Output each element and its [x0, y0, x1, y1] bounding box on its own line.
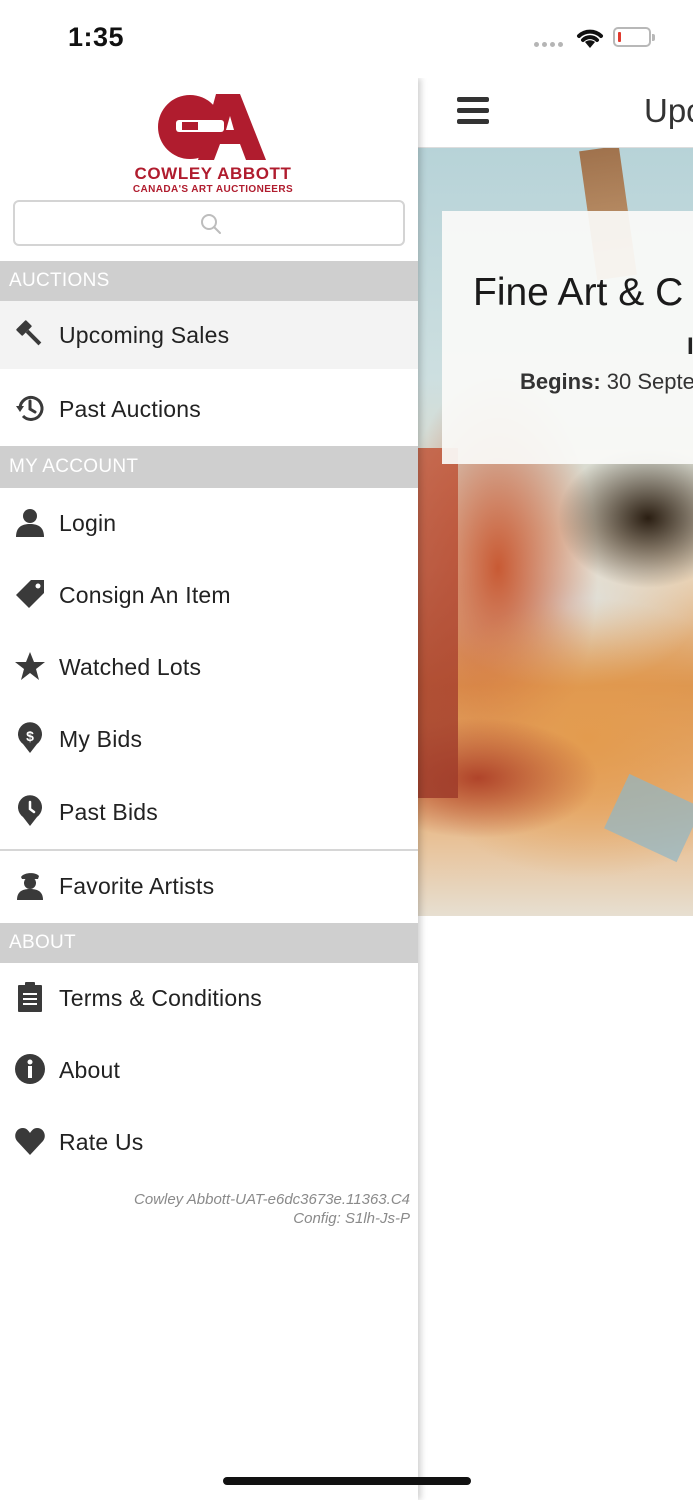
heart-icon [15, 1128, 45, 1155]
clock-pin-icon [18, 795, 42, 826]
version-line: Cowley Abbott-UAT-e6dc3673e.11363.C4 [133, 1191, 410, 1208]
menu-item-label: Past Auctions [59, 396, 201, 422]
status-time: 1:35 [68, 22, 125, 52]
cellular-signal-icon [534, 42, 563, 47]
menu-item-label: Watched Lots [59, 654, 202, 680]
menu-item-my-bids[interactable]: $ My Bids [0, 705, 418, 773]
dollar-pin-icon: $ [18, 722, 42, 753]
svg-text:$: $ [26, 728, 34, 744]
section-header-about: ABOUT [0, 923, 418, 963]
main-header: Upc [418, 78, 693, 148]
menu-item-label: Consign An Item [59, 582, 231, 608]
logo: COWLEY ABBOTT CANADA'S ART AUCTIONEERS [128, 94, 298, 198]
auction-card[interactable]: Fine Art & C I Begins: 30 Septe [442, 211, 693, 464]
menu-item-label: About [59, 1057, 121, 1083]
menu-item-label: Login [59, 510, 117, 536]
history-icon [16, 395, 44, 421]
menu-item-label: Upcoming Sales [59, 322, 230, 348]
menu-item-rate-us[interactable]: Rate Us [0, 1108, 418, 1176]
section-header-my-account: MY ACCOUNT [0, 446, 418, 488]
tag-icon [16, 580, 44, 608]
home-indicator[interactable] [223, 1477, 471, 1485]
begins-label: Begins: [520, 369, 601, 394]
menu-item-favorite-artists[interactable]: Favorite Artists [0, 852, 418, 920]
artist-icon [17, 873, 43, 900]
status-bar: 1:35 [0, 0, 693, 78]
battery-icon [613, 27, 655, 47]
menu-item-past-bids[interactable]: Past Bids [0, 778, 418, 846]
config-line: Config: S1lh-Js-P [293, 1210, 410, 1227]
menu-item-past-auctions[interactable]: Past Auctions [0, 375, 418, 443]
clipboard-icon [18, 982, 42, 1012]
divider [0, 849, 418, 851]
auction-subtitle: I [687, 333, 693, 360]
menu-item-label: Past Bids [59, 799, 158, 825]
logo-name: COWLEY ABBOTT [134, 164, 292, 183]
auction-title: Fine Art & C [473, 271, 684, 314]
menu-icon[interactable] [457, 97, 489, 125]
user-icon [16, 509, 44, 537]
cowley-abbott-logo-mark [158, 94, 266, 160]
main-screen: Upc Fine Art & C I Begins: 30 Septe [418, 78, 693, 1500]
search-icon [201, 214, 221, 234]
menu-item-login[interactable]: Login [0, 489, 418, 557]
wifi-icon [577, 29, 603, 48]
auction-begins: Begins: 30 Septe [520, 369, 693, 395]
gavel-icon [16, 320, 42, 346]
menu-item-upcoming-sales[interactable]: Upcoming Sales [0, 301, 418, 369]
menu-item-consign[interactable]: Consign An Item [0, 561, 418, 629]
begins-value: 30 Septe [600, 369, 693, 394]
search-field[interactable] [13, 200, 405, 246]
menu-item-label: Rate Us [59, 1129, 144, 1155]
page-title: Upc [644, 92, 693, 129]
menu-item-label: Terms & Conditions [59, 985, 263, 1011]
star-icon [15, 652, 45, 680]
info-icon [15, 1054, 45, 1084]
version-info: Cowley Abbott-UAT-e6dc3673e.11363.C4 Con… [134, 1190, 410, 1228]
menu-item-terms[interactable]: Terms & Conditions [0, 964, 418, 1032]
auction-hero-image[interactable]: Fine Art & C I Begins: 30 Septe [418, 148, 693, 916]
menu-item-label: My Bids [59, 726, 143, 752]
section-header-auctions: AUCTIONS [0, 261, 418, 301]
menu-item-label: Favorite Artists [59, 873, 215, 899]
logo-tagline: CANADA'S ART AUCTIONEERS [132, 184, 294, 195]
menu-item-watched-lots[interactable]: Watched Lots [0, 633, 418, 701]
menu-item-about[interactable]: About [0, 1036, 418, 1104]
navigation-drawer: COWLEY ABBOTT CANADA'S ART AUCTIONEERS A… [0, 78, 418, 1500]
